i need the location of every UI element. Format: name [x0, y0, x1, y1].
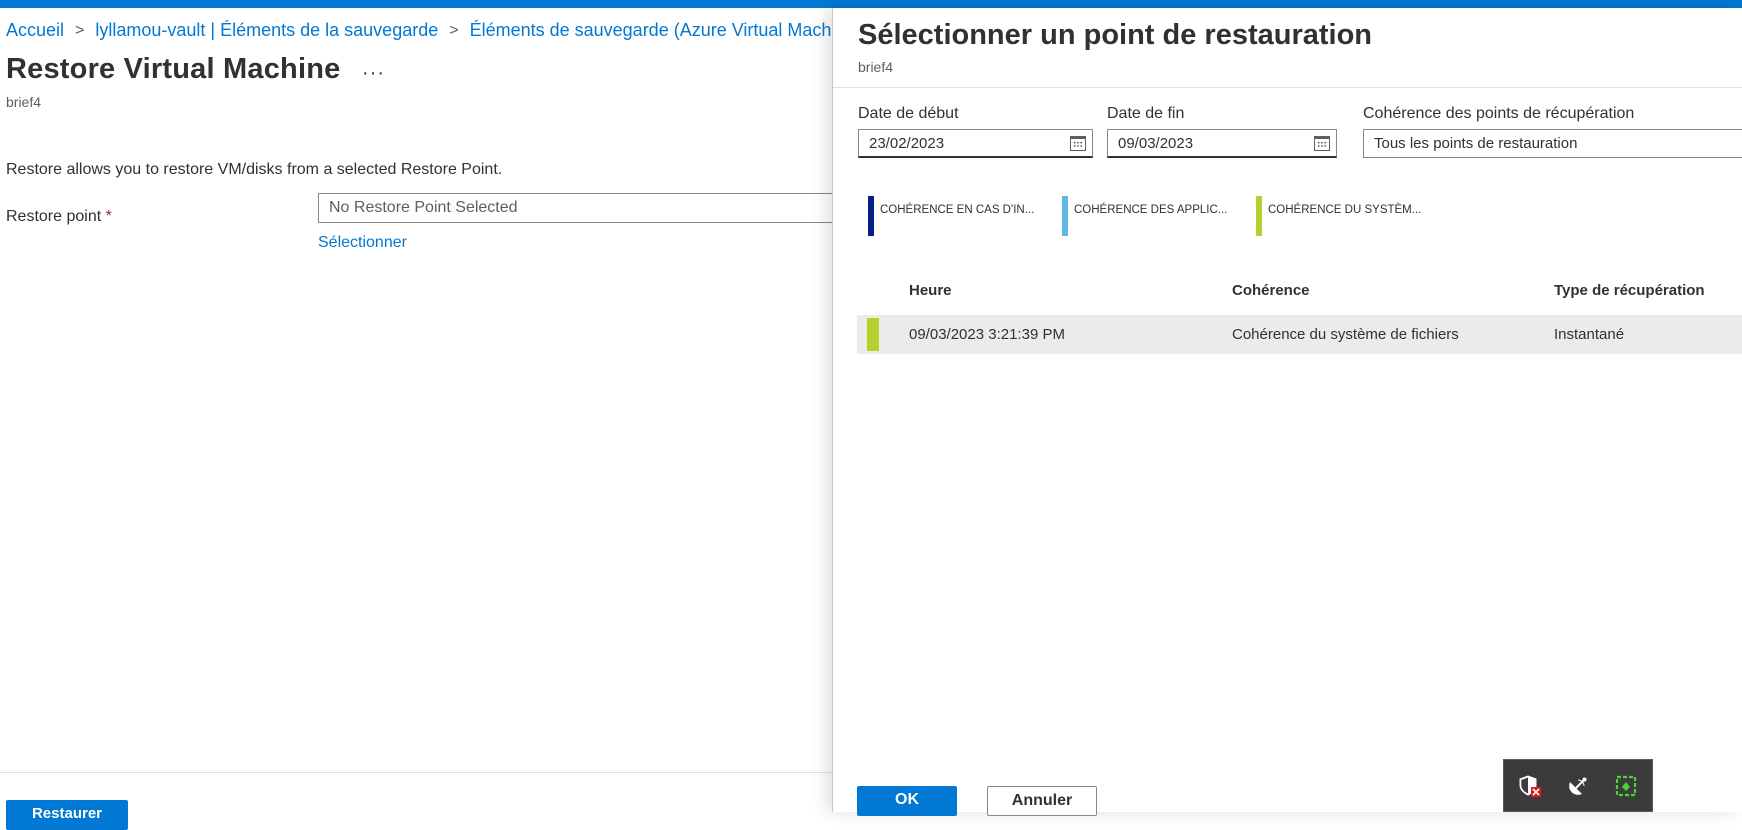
footer-divider — [0, 772, 832, 773]
breadcrumb-vault[interactable]: lyllamou-vault | Éléments de la sauvegar… — [95, 20, 438, 41]
panel-subtitle: brief4 — [858, 59, 894, 75]
end-date-value: 09/03/2023 — [1118, 135, 1194, 152]
legend-label: COHÉRENCE EN CAS D'IN... — [880, 204, 1035, 216]
more-options-button[interactable]: ··· — [362, 62, 385, 85]
page-title: Restore Virtual Machine — [6, 53, 341, 85]
legend-color-bar — [1256, 196, 1262, 236]
top-accent-bar — [0, 0, 1742, 8]
column-header-recovery-type[interactable]: Type de récupération — [1554, 282, 1705, 299]
shield-warning-icon[interactable] — [1517, 773, 1543, 799]
breadcrumb-backup-items[interactable]: Éléments de sauvegarde (Azure Virtual Ma… — [470, 20, 862, 41]
satellite-dish-icon[interactable] — [1565, 773, 1591, 799]
required-marker: * — [105, 208, 112, 225]
system-tray-popup — [1503, 759, 1653, 812]
column-header-consistency[interactable]: Cohérence — [1232, 282, 1310, 299]
breadcrumb: Accueil > lyllamou-vault | Éléments de l… — [6, 20, 893, 41]
panel-title: Sélectionner un point de restauration — [858, 19, 1373, 51]
restore-button[interactable]: Restaurer — [6, 800, 128, 830]
start-date-value: 23/02/2023 — [869, 135, 945, 152]
page-description: Restore allows you to restore VM/disks f… — [6, 161, 503, 178]
end-date-field[interactable]: 09/03/2023 — [1107, 129, 1337, 158]
select-restore-point-panel: Sélectionner un point de restauration br… — [832, 8, 1742, 816]
panel-divider — [833, 87, 1742, 88]
restore-point-label-text: Restore point — [6, 208, 102, 225]
legend-color-bar — [1062, 196, 1068, 236]
consistency-filter-select[interactable]: Tous les points de restauration — [1363, 129, 1742, 158]
breadcrumb-home[interactable]: Accueil — [6, 20, 64, 41]
end-date-label: Date de fin — [1107, 105, 1185, 122]
column-header-time[interactable]: Heure — [909, 282, 952, 299]
row-time: 09/03/2023 3:21:39 PM — [909, 326, 1065, 343]
calendar-icon[interactable] — [1314, 136, 1330, 151]
legend-label: COHÉRENCE DES APPLIC... — [1074, 204, 1228, 216]
legend-label: COHÉRENCE DU SYSTÈM... — [1268, 204, 1422, 216]
start-date-field[interactable]: 23/02/2023 — [858, 129, 1093, 158]
row-recovery-type: Instantané — [1554, 326, 1625, 343]
restore-point-field[interactable]: No Restore Point Selected — [318, 193, 838, 223]
breadcrumb-separator: > — [75, 21, 85, 39]
page-subtitle: brief4 — [6, 94, 42, 110]
restore-point-label: Restore point * — [6, 208, 112, 226]
restore-vm-page: Accueil > lyllamou-vault | Éléments de l… — [0, 8, 882, 830]
consistency-filter-label: Cohérence des points de récupération — [1363, 105, 1635, 122]
select-restore-point-link[interactable]: Sélectionner — [318, 234, 407, 252]
breadcrumb-separator: > — [449, 21, 459, 39]
legend-color-bar — [868, 196, 874, 236]
row-consistency: Cohérence du système de fichiers — [1232, 326, 1459, 343]
app-tray-icon[interactable] — [1613, 773, 1639, 799]
consistency-color-indicator — [867, 318, 879, 351]
table-row[interactable]: 09/03/2023 3:21:39 PM Cohérence du systè… — [857, 315, 1742, 354]
start-date-label: Date de début — [858, 105, 959, 122]
calendar-icon[interactable] — [1070, 136, 1086, 151]
